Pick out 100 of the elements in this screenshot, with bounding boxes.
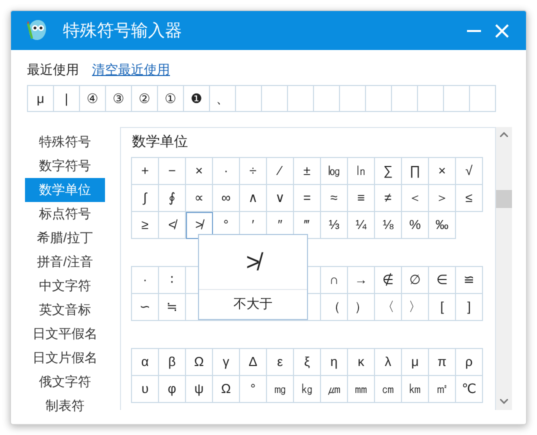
symbol-cell[interactable]: ξ xyxy=(294,348,320,376)
symbol-cell[interactable]: ] xyxy=(456,294,482,320)
symbol-cell[interactable]: ㏑ xyxy=(348,158,374,184)
symbol-cell[interactable]: ρ xyxy=(456,348,482,376)
symbol-cell[interactable]: × xyxy=(428,158,456,184)
category-item[interactable]: 日文平假名 xyxy=(25,322,105,346)
symbol-cell[interactable]: 〉 xyxy=(402,294,428,320)
symbol-cell[interactable]: ε xyxy=(266,348,294,376)
symbol-cell[interactable]: Ω xyxy=(186,348,212,376)
symbol-cell[interactable]: υ xyxy=(132,376,158,402)
category-item[interactable]: 制表符 xyxy=(25,394,105,418)
symbol-cell[interactable]: β xyxy=(158,348,186,376)
empty-slot[interactable] xyxy=(339,85,366,112)
symbol-cell[interactable]: ） xyxy=(348,294,374,320)
empty-slot[interactable] xyxy=(469,85,496,112)
category-item[interactable]: 希腊/拉丁 xyxy=(25,226,105,250)
symbol-cell[interactable]: ∩ xyxy=(320,266,348,294)
empty-slot[interactable] xyxy=(313,85,340,112)
symbol-cell[interactable]: η xyxy=(320,348,348,376)
symbol-cell[interactable]: ㎏ xyxy=(294,376,320,402)
symbol-cell[interactable]: | xyxy=(53,85,80,112)
symbol-cell[interactable]: ‰ xyxy=(428,212,456,238)
symbol-cell[interactable]: = xyxy=(294,184,320,212)
symbol-cell[interactable]: ≮ xyxy=(158,212,186,238)
category-item[interactable]: 拼音/注音 xyxy=(25,250,105,274)
scroll-down-icon[interactable] xyxy=(500,399,508,404)
symbol-cell[interactable]: α xyxy=(132,348,158,376)
symbol-cell[interactable]: ∧ xyxy=(240,184,266,212)
clear-recent-link[interactable]: 清空最近使用 xyxy=(92,60,170,80)
empty-slot[interactable] xyxy=(443,85,470,112)
category-item[interactable]: 数学单位 xyxy=(25,178,105,202)
symbol-cell[interactable]: ⅓ xyxy=(320,212,348,238)
symbol-cell[interactable]: ∽ xyxy=(132,294,158,320)
symbol-cell[interactable]: ≥ xyxy=(132,212,158,238)
symbol-cell[interactable]: ≌ xyxy=(456,266,482,294)
symbol-cell[interactable]: ∉ xyxy=(374,266,402,294)
symbol-cell[interactable]: ¼ xyxy=(348,212,374,238)
symbol-cell[interactable]: ＜ xyxy=(402,184,428,212)
symbol-cell[interactable]: ∫ xyxy=(132,184,158,212)
symbol-cell[interactable]: ≤ xyxy=(456,184,482,212)
symbol-cell[interactable]: ③ xyxy=(105,85,132,112)
symbol-cell[interactable]: ⅛ xyxy=(374,212,402,238)
symbol-cell[interactable]: φ xyxy=(158,376,186,402)
symbol-cell[interactable]: ∨ xyxy=(266,184,294,212)
category-item[interactable]: 特殊符号 xyxy=(25,130,105,154)
category-item[interactable]: 中文字符 xyxy=(25,274,105,298)
symbol-cell[interactable]: （ xyxy=(320,294,348,320)
symbol-cell[interactable]: Δ xyxy=(240,348,266,376)
symbol-cell[interactable]: ㎛ xyxy=(320,376,348,402)
empty-slot[interactable] xyxy=(365,85,392,112)
symbol-cell[interactable]: ≒ xyxy=(158,294,186,320)
scroll-up-icon[interactable] xyxy=(500,132,508,137)
symbol-cell[interactable]: ㎡ xyxy=(428,376,456,402)
symbol-cell[interactable]: ≠ xyxy=(374,184,402,212)
symbol-cell[interactable]: λ xyxy=(374,348,402,376)
symbol-cell[interactable]: · xyxy=(212,158,240,184)
category-item[interactable]: 英文音标 xyxy=(25,298,105,322)
empty-slot[interactable] xyxy=(261,85,288,112)
symbol-cell[interactable]: − xyxy=(158,158,186,184)
symbol-cell[interactable]: ∶ xyxy=(158,266,186,294)
symbol-cell[interactable]: × xyxy=(186,158,212,184)
symbol-cell[interactable]: ≡ xyxy=(348,184,374,212)
symbol-cell[interactable]: γ xyxy=(212,348,240,376)
symbol-cell[interactable]: ÷ xyxy=(240,158,266,184)
category-item[interactable]: 数字符号 xyxy=(25,154,105,178)
symbol-cell[interactable]: ＞ xyxy=(428,184,456,212)
empty-slot[interactable] xyxy=(391,85,418,112)
symbol-cell[interactable]: ❶ xyxy=(183,85,210,112)
category-item[interactable]: 日文片假名 xyxy=(25,346,105,370)
symbol-cell[interactable]: √ xyxy=(456,158,482,184)
symbol-cell[interactable]: [ xyxy=(428,294,456,320)
symbol-cell[interactable]: % xyxy=(402,212,428,238)
category-item[interactable]: 标点符号 xyxy=(25,202,105,226)
empty-slot[interactable] xyxy=(287,85,314,112)
symbol-cell[interactable]: Ω xyxy=(212,376,240,402)
symbol-cell[interactable]: π xyxy=(428,348,456,376)
symbol-cell[interactable]: ℃ xyxy=(456,376,482,402)
symbol-cell[interactable]: ∞ xyxy=(212,184,240,212)
symbol-cell[interactable]: → xyxy=(348,266,374,294)
symbol-cell[interactable]: μ xyxy=(27,85,54,112)
symbol-cell[interactable]: ≈ xyxy=(320,184,348,212)
symbol-cell[interactable]: 、 xyxy=(209,85,236,112)
symbol-cell[interactable]: ∈ xyxy=(428,266,456,294)
symbol-cell[interactable]: · xyxy=(132,266,158,294)
symbol-cell[interactable]: ± xyxy=(294,158,320,184)
symbol-cell[interactable]: ∝ xyxy=(186,184,212,212)
symbol-cell[interactable]: ㏒ xyxy=(320,158,348,184)
symbol-cell[interactable]: ∮ xyxy=(158,184,186,212)
symbol-cell[interactable]: ∕ xyxy=(266,158,294,184)
scrollbar[interactable] xyxy=(496,127,512,410)
symbol-cell[interactable]: κ xyxy=(348,348,374,376)
symbol-cell[interactable]: ㎎ xyxy=(266,376,294,402)
symbol-cell[interactable]: ① xyxy=(157,85,184,112)
symbol-cell[interactable]: ④ xyxy=(79,85,106,112)
scroll-thumb[interactable] xyxy=(496,190,512,208)
symbol-cell[interactable]: μ xyxy=(402,348,428,376)
symbol-cell[interactable]: ② xyxy=(131,85,158,112)
category-item[interactable]: 俄文字符 xyxy=(25,370,105,394)
symbol-cell[interactable]: ∑ xyxy=(374,158,402,184)
symbol-cell[interactable]: + xyxy=(132,158,158,184)
